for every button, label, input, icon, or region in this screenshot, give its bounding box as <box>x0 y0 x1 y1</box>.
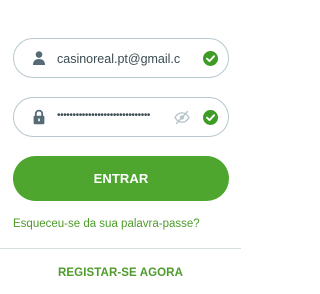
password-field[interactable] <box>13 97 229 137</box>
user-icon <box>33 51 45 65</box>
check-icon <box>203 51 218 66</box>
divider <box>0 248 241 249</box>
lock-icon <box>33 109 45 125</box>
check-icon <box>203 110 218 125</box>
eye-off-icon[interactable] <box>174 110 190 125</box>
password-input[interactable] <box>57 106 163 125</box>
forgot-password-link[interactable]: Esqueceu-se da sua palavra-passe? <box>13 218 200 230</box>
login-panel: ENTRAR Esqueceu-se da sua palavra-passe?… <box>0 0 241 294</box>
login-button[interactable]: ENTRAR <box>13 156 229 201</box>
email-input[interactable] <box>57 49 180 68</box>
email-field[interactable] <box>13 38 229 78</box>
register-link[interactable]: REGISTAR-SE AGORA <box>0 267 241 279</box>
